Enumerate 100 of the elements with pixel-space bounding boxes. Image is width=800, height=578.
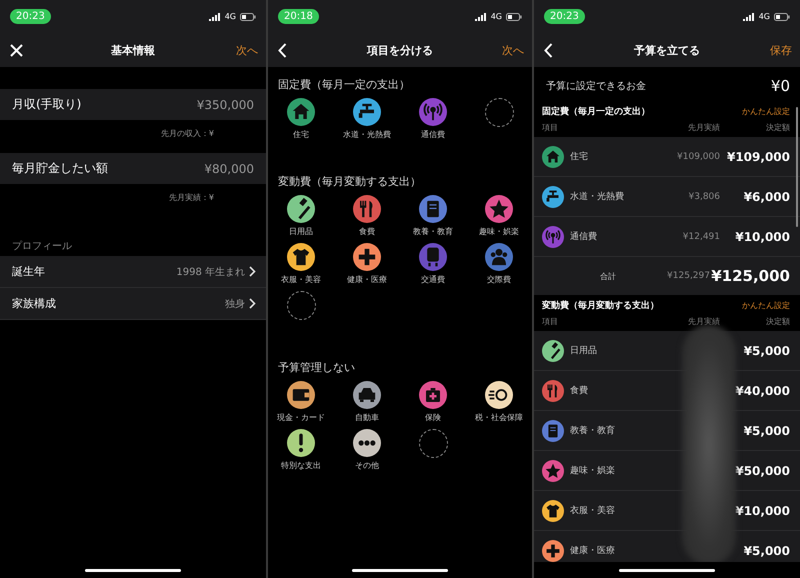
close-icon [10, 44, 23, 56]
category-label: 衣服・美容 [570, 504, 616, 517]
signal-icon [742, 12, 755, 20]
battery-icon [506, 12, 522, 20]
category-label: 教養・教育 [570, 424, 616, 437]
next-button[interactable]: 保存 [770, 42, 792, 58]
close-button[interactable] [8, 42, 25, 58]
category-item[interactable]: 水道・光熱費 [334, 98, 400, 140]
category-label: 水道・光熱費 [570, 190, 625, 203]
field-label: 月収(手取り) [12, 96, 82, 113]
battery-icon [774, 12, 790, 20]
screen-title: 予算を立てる [633, 42, 701, 58]
back-icon [278, 42, 287, 58]
budget-amount: ¥5,000 [742, 424, 790, 438]
budget-amount: ¥10,000 [734, 504, 790, 518]
add-slot[interactable] [418, 429, 448, 458]
network-label: 4G [758, 12, 770, 21]
add-slot[interactable] [484, 98, 514, 127]
total-label: 合計 [599, 270, 617, 282]
budget-row[interactable]: 水道・光熱費 ¥3,806 ¥6,000 [534, 177, 800, 217]
screen-title: 項目を分ける [366, 42, 434, 58]
last-month-amount: ¥3,806 [688, 192, 720, 202]
section-title: 固定費（毎月一定の支出） [542, 105, 650, 118]
category-item[interactable]: その他 [334, 429, 400, 471]
budget-amount: ¥6,000 [742, 190, 790, 204]
quick-setup-link[interactable]: かんたん設定 [742, 300, 790, 311]
budget-amount: ¥5,000 [742, 344, 790, 358]
group-title: 予算管理しない [277, 360, 356, 376]
budget-row[interactable]: 通信費 ¥12,491 ¥10,000 [534, 217, 800, 257]
field-note: 先月実績：¥ [168, 192, 214, 203]
budget-amount: ¥50,000 [734, 464, 790, 478]
category-item[interactable]: 食費 [334, 195, 400, 237]
category-item[interactable]: 趣味・娯楽 [466, 195, 532, 237]
category-label: 食費 [570, 384, 589, 397]
quick-setup-link[interactable]: かんたん設定 [742, 106, 790, 117]
column-header: 決定額 [765, 122, 790, 133]
column-header: 先月実績 [687, 316, 720, 327]
budget-amount: ¥109,000 [726, 150, 790, 164]
budget-amount: ¥10,000 [734, 230, 790, 244]
row-label: 誕生年 [12, 264, 45, 279]
category-item[interactable]: 住宅 [268, 98, 334, 140]
budget-row[interactable]: 住宅 ¥109,000 ¥109,000 [534, 137, 800, 177]
last-month-amount: ¥12,491 [682, 232, 720, 242]
network-label: 4G [490, 12, 502, 21]
category-item[interactable]: 通信費 [400, 98, 466, 140]
category-label: 住宅 [570, 150, 589, 163]
column-header: 項目 [542, 316, 559, 327]
next-button[interactable]: 次へ [502, 42, 524, 58]
back-button[interactable] [276, 40, 289, 60]
row-label: 家族構成 [12, 296, 56, 311]
status-time: 20:23 [10, 9, 51, 24]
profile-row[interactable]: 家族構成 独身 [0, 288, 266, 320]
category-label: 日用品 [570, 344, 598, 357]
total-amount: ¥125,000 [710, 267, 790, 285]
category-item[interactable]: 教養・教育 [400, 195, 466, 237]
category-item[interactable]: 特別な支出 [268, 429, 334, 471]
category-item[interactable]: 健康・医療 [334, 243, 400, 285]
section-title: プロフィール [11, 240, 73, 254]
add-slot[interactable] [286, 291, 316, 320]
column-header: 決定額 [765, 316, 790, 327]
signal-icon [474, 12, 487, 20]
chevron-icon [249, 266, 256, 277]
budget-amount: ¥5,000 [742, 544, 790, 558]
column-header: 項目 [542, 122, 559, 133]
available-amount: ¥0 [770, 77, 790, 95]
category-item[interactable]: 保険 [400, 381, 466, 423]
field-note: 先月の収入：¥ [160, 128, 214, 139]
category-item[interactable]: 交通費 [400, 243, 466, 285]
network-label: 4G [224, 12, 236, 21]
category-item[interactable]: 衣服・美容 [268, 243, 334, 285]
field-value: ¥350,000 [196, 98, 254, 112]
category-item[interactable]: 日用品 [268, 195, 334, 237]
amount-field[interactable]: 月収(手取り) ¥350,000 [0, 89, 266, 120]
category-item[interactable]: 交際費 [466, 243, 532, 285]
category-item[interactable]: 現金・カード [268, 381, 334, 423]
total-last-month: ¥125,297 [666, 271, 710, 281]
row-value: 1998 年生まれ [176, 266, 245, 278]
group-title: 変動費（毎月変動する支出） [277, 174, 422, 190]
category-label: 通信費 [570, 230, 598, 243]
last-month-amount: ¥109,000 [676, 152, 720, 162]
category-item[interactable]: 税・社会保障 [466, 381, 532, 423]
available-label: 予算に設定できるお金 [546, 80, 646, 93]
row-value: 独身 [225, 298, 245, 310]
back-button[interactable] [542, 40, 555, 60]
field-value: ¥80,000 [204, 162, 254, 176]
section-title: 変動費（毎月変動する支出） [542, 299, 659, 312]
category-item[interactable]: 自動車 [334, 381, 400, 423]
status-time: 20:18 [278, 9, 319, 24]
group-title: 固定費（毎月一定の支出） [277, 77, 411, 93]
battery-icon [240, 12, 256, 20]
amount-field[interactable]: 毎月貯金したい額 ¥80,000 [0, 153, 266, 184]
budget-amount: ¥40,000 [734, 384, 790, 398]
profile-row[interactable]: 誕生年 1998 年生まれ [0, 256, 266, 288]
next-button[interactable]: 次へ [236, 42, 258, 58]
category-label: 健康・医療 [570, 544, 616, 557]
screen-title: 基本情報 [110, 42, 156, 58]
chevron-icon [249, 298, 256, 309]
status-time: 20:23 [544, 9, 585, 24]
back-icon [544, 42, 553, 58]
field-label: 毎月貯金したい額 [12, 160, 108, 177]
